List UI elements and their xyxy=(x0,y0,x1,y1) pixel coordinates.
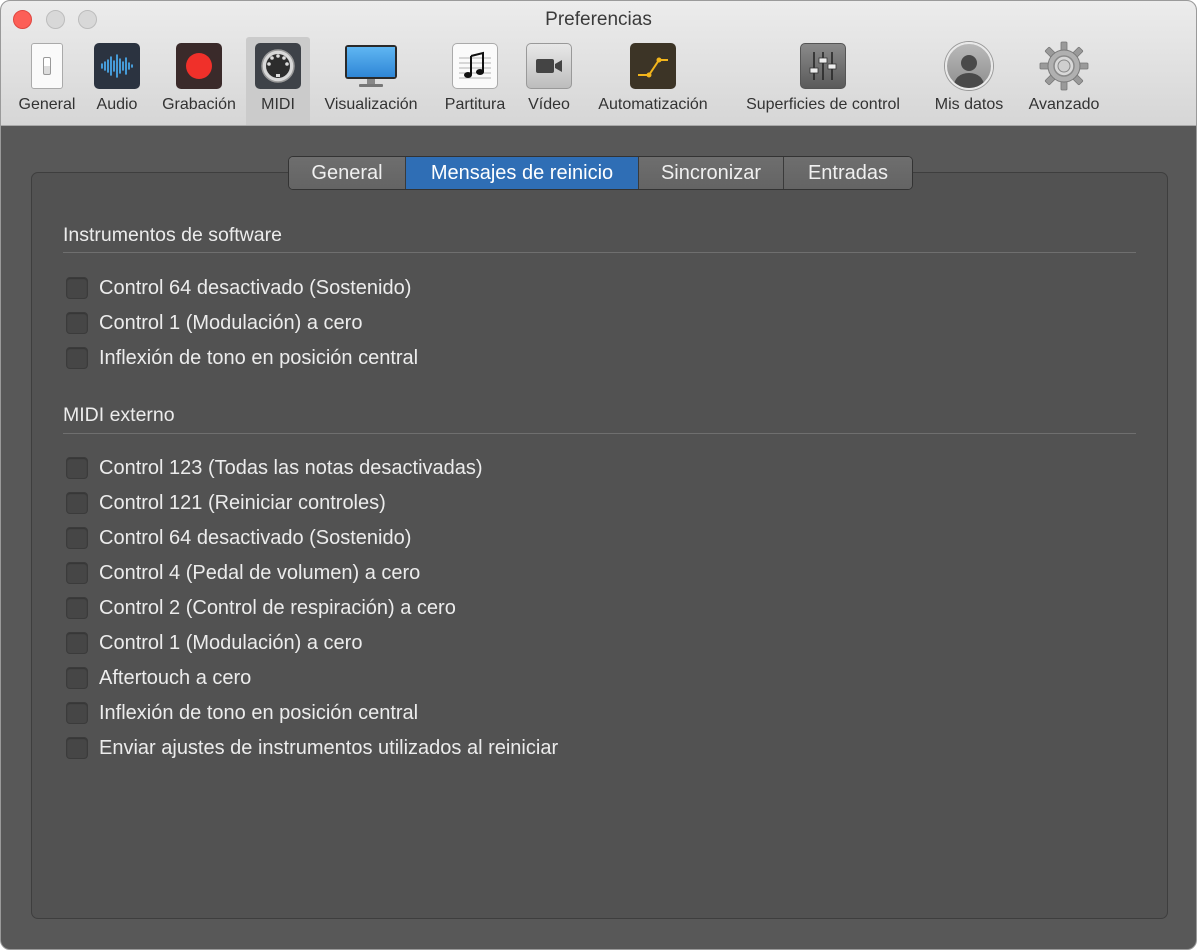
tab-sync[interactable]: Sincronizar xyxy=(639,157,784,189)
checkbox[interactable] xyxy=(66,492,88,514)
user-silhouette-icon xyxy=(945,42,993,90)
window-title: Preferencias xyxy=(545,9,652,30)
toolbar-my-info[interactable]: Mis datos xyxy=(926,37,1012,125)
checkbox-row[interactable]: Control 121 (Reiniciar controles) xyxy=(66,490,386,516)
title-bar: Preferencias General Audio Grabación MID… xyxy=(1,1,1196,126)
toolbar-general[interactable]: General xyxy=(10,37,84,125)
tab-bar: General Mensajes de reinicio Sincronizar… xyxy=(288,156,913,190)
toolbar-label: Superficies de control xyxy=(746,96,900,113)
checkbox-row[interactable]: Control 1 (Modulación) a cero xyxy=(66,310,362,336)
checkbox-label: Control 2 (Control de respiración) a cer… xyxy=(99,596,456,619)
checkbox-row[interactable]: Enviar ajustes de instrumentos utilizado… xyxy=(66,735,558,761)
section-divider xyxy=(63,433,1136,434)
checkbox-label: Control 64 desactivado (Sostenido) xyxy=(99,526,412,549)
checkbox-label: Inflexión de tono en posición central xyxy=(99,701,419,724)
checkbox-label: Inflexión de tono en posición central xyxy=(99,346,419,369)
control-faders-icon xyxy=(800,43,846,89)
tab-inputs[interactable]: Entradas xyxy=(784,157,912,189)
checkbox-row[interactable]: Control 123 (Todas las notas desactivada… xyxy=(66,455,483,481)
checkbox-row[interactable]: Control 1 (Modulación) a cero xyxy=(66,630,362,656)
checkbox-row[interactable]: Control 2 (Control de respiración) a cer… xyxy=(66,595,456,621)
toolbar-label: Vídeo xyxy=(528,96,570,113)
gear-icon xyxy=(1039,41,1089,91)
toolbar-midi[interactable]: MIDI xyxy=(246,37,310,125)
checkbox[interactable] xyxy=(66,347,88,369)
checkbox-row[interactable]: Control 64 desactivado (Sostenido) xyxy=(66,525,411,551)
toolbar-label: MIDI xyxy=(261,96,295,113)
music-note-icon xyxy=(452,43,498,89)
checkbox-label: Control 4 (Pedal de volumen) a cero xyxy=(99,561,421,584)
automation-curve-icon xyxy=(630,43,676,89)
toolbar-label: Visualización xyxy=(324,96,418,113)
section-title-external-midi: MIDI externo xyxy=(63,404,175,426)
section-title-software-instruments: Instrumentos de software xyxy=(63,224,282,246)
checkbox-label: Control 1 (Modulación) a cero xyxy=(99,631,363,654)
toolbar-recording[interactable]: Grabación xyxy=(154,37,244,125)
toolbar-control-surfaces[interactable]: Superficies de control xyxy=(728,37,918,125)
checkbox[interactable] xyxy=(66,527,88,549)
toolbar-label: Automatización xyxy=(598,96,708,113)
checkbox-label: Enviar ajustes de instrumentos utilizado… xyxy=(99,736,559,759)
checkbox-label: Control 64 desactivado (Sostenido) xyxy=(99,276,412,299)
checkbox[interactable] xyxy=(66,667,88,689)
toolbar-audio[interactable]: Audio xyxy=(91,37,143,125)
toolbar-automation[interactable]: Automatización xyxy=(586,37,720,125)
toolbar-score[interactable]: Partitura xyxy=(437,37,513,125)
toolbar-label: Partitura xyxy=(444,96,506,113)
preferences-window: Preferencias General Audio Grabación MID… xyxy=(0,0,1197,950)
checkbox-label: Aftertouch a cero xyxy=(99,666,252,689)
checkbox[interactable] xyxy=(66,457,88,479)
display-monitor-icon xyxy=(345,43,397,89)
checkbox[interactable] xyxy=(66,277,88,299)
video-camera-icon xyxy=(526,43,572,89)
checkbox-label: Control 123 (Todas las notas desactivada… xyxy=(99,456,483,479)
section-divider xyxy=(63,252,1136,253)
checkbox-row[interactable]: Control 4 (Pedal de volumen) a cero xyxy=(66,560,420,586)
checkbox-row[interactable]: Control 64 desactivado (Sostenido) xyxy=(66,275,411,301)
checkbox-label: Control 121 (Reiniciar controles) xyxy=(99,491,386,514)
checkbox-row[interactable]: Aftertouch a cero xyxy=(66,665,251,691)
toolbar-advanced[interactable]: Avanzado xyxy=(1020,37,1108,125)
checkbox[interactable] xyxy=(66,312,88,334)
tab-general[interactable]: General xyxy=(289,157,406,189)
checkbox-label: Control 1 (Modulación) a cero xyxy=(99,311,363,334)
checkbox[interactable] xyxy=(66,737,88,759)
checkbox-row[interactable]: Inflexión de tono en posición central xyxy=(66,700,418,726)
toolbar-label: Audio xyxy=(96,96,138,113)
midi-connector-icon xyxy=(255,43,301,89)
checkbox[interactable] xyxy=(66,632,88,654)
checkbox[interactable] xyxy=(66,702,88,724)
checkbox[interactable] xyxy=(66,562,88,584)
toolbar-label: General xyxy=(18,96,76,113)
tab-reset-messages[interactable]: Mensajes de reinicio xyxy=(406,157,639,189)
toolbar-video[interactable]: Vídeo xyxy=(522,37,576,125)
record-icon xyxy=(176,43,222,89)
general-switch-icon xyxy=(31,43,63,89)
toolbar-label: Grabación xyxy=(162,96,236,113)
toolbar-display[interactable]: Visualización xyxy=(314,37,428,125)
checkbox[interactable] xyxy=(66,597,88,619)
audio-waveform-icon xyxy=(94,43,140,89)
toolbar-label: Mis datos xyxy=(934,96,1004,113)
toolbar-label: Avanzado xyxy=(1028,96,1100,113)
checkbox-row[interactable]: Inflexión de tono en posición central xyxy=(66,345,418,371)
